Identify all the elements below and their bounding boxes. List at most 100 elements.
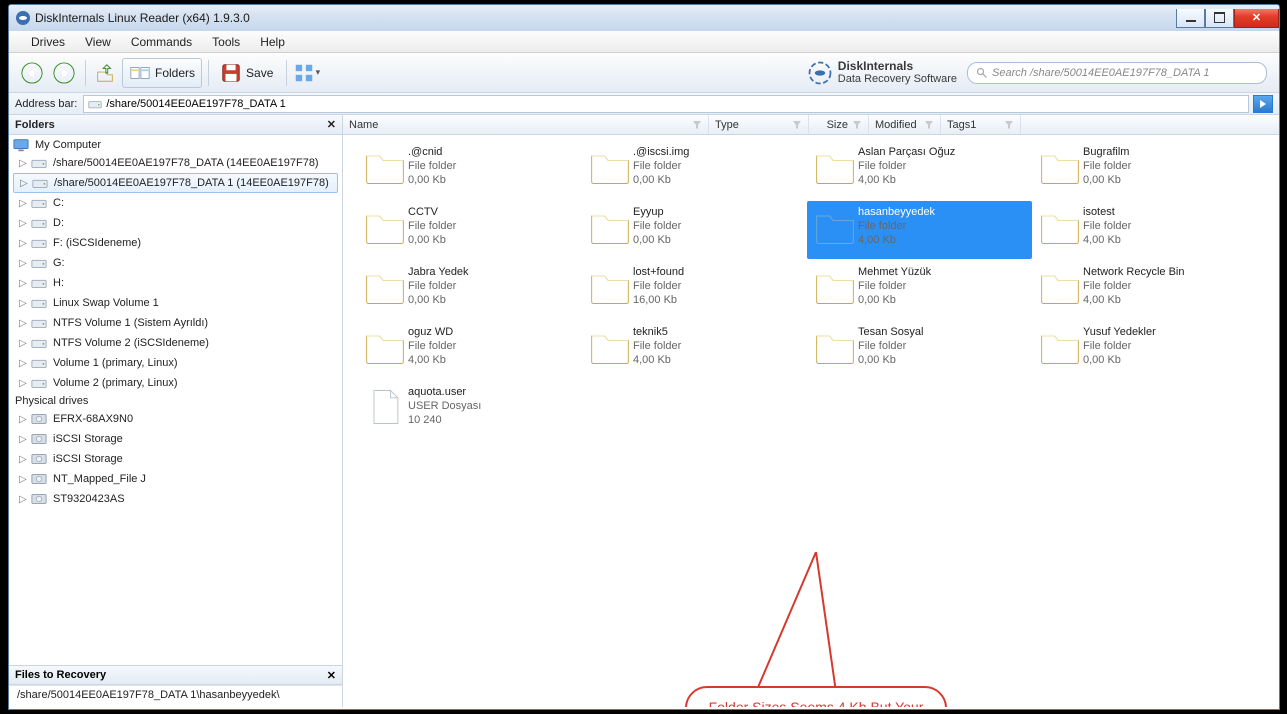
tree-item[interactable]: ▷iSCSI Storage bbox=[9, 449, 342, 469]
folder-item[interactable]: BugrafilmFile folder0,00 Kb bbox=[1032, 141, 1257, 199]
close-files-recovery[interactable]: ✕ bbox=[327, 669, 336, 682]
expand-icon[interactable]: ▷ bbox=[20, 178, 30, 189]
search-box[interactable]: Search /share/50014EE0AE197F78_DATA 1 bbox=[967, 62, 1267, 84]
expand-icon[interactable]: ▷ bbox=[19, 258, 29, 269]
tree-item[interactable]: ▷F: (iSCSIdeneme) bbox=[9, 233, 342, 253]
tree-item[interactable]: ▷C: bbox=[9, 193, 342, 213]
col-size[interactable]: Size bbox=[809, 115, 869, 134]
tree-item[interactable]: ▷EFRX-68AX9N0 bbox=[9, 409, 342, 429]
expand-icon[interactable]: ▷ bbox=[19, 198, 29, 209]
folder-item[interactable]: .@iscsi.imgFile folder0,00 Kb bbox=[582, 141, 807, 199]
tree-item[interactable]: ▷NT_Mapped_File J bbox=[9, 469, 342, 489]
file-row: .@cnidFile folder0,00 Kb.@iscsi.imgFile … bbox=[357, 141, 1265, 199]
expand-icon[interactable]: ▷ bbox=[19, 358, 29, 369]
close-folders-panel[interactable]: ✕ bbox=[327, 118, 336, 131]
menu-view[interactable]: View bbox=[75, 33, 121, 51]
physical-drives-header: Physical drives bbox=[9, 393, 342, 409]
expand-icon[interactable]: ▷ bbox=[19, 378, 29, 389]
folder-item[interactable]: Yusuf YedeklerFile folder0,00 Kb bbox=[1032, 321, 1257, 379]
maximize-button[interactable] bbox=[1205, 9, 1234, 28]
item-type: File folder bbox=[633, 159, 689, 173]
tree-item[interactable]: ▷ST9320423AS bbox=[9, 489, 342, 509]
expand-icon[interactable]: ▷ bbox=[19, 318, 29, 329]
menu-help[interactable]: Help bbox=[250, 33, 295, 51]
item-type: File folder bbox=[408, 219, 456, 233]
expand-icon[interactable]: ▷ bbox=[19, 298, 29, 309]
item-type: File folder bbox=[858, 219, 935, 233]
filter-icon[interactable] bbox=[1004, 120, 1014, 130]
menu-tools[interactable]: Tools bbox=[202, 33, 250, 51]
expand-icon[interactable]: ▷ bbox=[19, 434, 29, 445]
folder-item[interactable]: EyyupFile folder0,00 Kb bbox=[582, 201, 807, 259]
expand-icon[interactable]: ▷ bbox=[19, 158, 29, 169]
col-modified[interactable]: Modified bbox=[869, 115, 941, 134]
expand-icon[interactable]: ▷ bbox=[19, 414, 29, 425]
tree-item-label: /share/50014EE0AE197F78_DATA 1 (14EE0AE1… bbox=[54, 177, 329, 189]
nav-back-button[interactable] bbox=[17, 58, 47, 88]
tree-item-label: G: bbox=[53, 257, 65, 269]
filter-icon[interactable] bbox=[792, 120, 802, 130]
tree-item-label: /share/50014EE0AE197F78_DATA (14EE0AE197… bbox=[53, 157, 319, 169]
tree-item[interactable]: ▷NTFS Volume 2 (iSCSIdeneme) bbox=[9, 333, 342, 353]
minimize-button[interactable] bbox=[1176, 9, 1205, 28]
expand-icon[interactable]: ▷ bbox=[19, 338, 29, 349]
expand-icon[interactable]: ▷ bbox=[19, 238, 29, 249]
folder-item[interactable]: oguz WDFile folder4,00 Kb bbox=[357, 321, 582, 379]
save-button[interactable]: Save bbox=[213, 58, 280, 88]
files-area[interactable]: .@cnidFile folder0,00 Kb.@iscsi.imgFile … bbox=[343, 135, 1279, 707]
drive-icon bbox=[31, 256, 49, 270]
folders-panel-header: Folders ✕ bbox=[9, 115, 342, 135]
col-tags1[interactable]: Tags1 bbox=[941, 115, 1021, 134]
folder-item[interactable]: Mehmet YüzükFile folder0,00 Kb bbox=[807, 261, 1032, 319]
tree-item[interactable]: ▷iSCSI Storage bbox=[9, 429, 342, 449]
tree-item[interactable]: ▷ /share/50014EE0AE197F78_DATA (14EE0AE19… bbox=[9, 153, 342, 173]
item-type: File folder bbox=[633, 279, 684, 293]
tree-item[interactable]: ▷Volume 2 (primary, Linux) bbox=[9, 373, 342, 393]
title-bar[interactable]: DiskInternals Linux Reader (x64) 1.9.3.0 bbox=[9, 5, 1279, 31]
folder-tree[interactable]: My Computer ▷ /share/50014EE0AE197F78_DATA… bbox=[9, 135, 342, 665]
menu-commands[interactable]: Commands bbox=[121, 33, 202, 51]
expand-icon[interactable]: ▷ bbox=[19, 218, 29, 229]
menu-drives[interactable]: Drives bbox=[21, 33, 75, 51]
address-field[interactable]: /share/50014EE0AE197F78_DATA 1 bbox=[83, 95, 1249, 113]
tree-item[interactable]: ▷Linux Swap Volume 1 bbox=[9, 293, 342, 313]
expand-icon[interactable]: ▷ bbox=[19, 474, 29, 485]
filter-icon[interactable] bbox=[924, 120, 934, 130]
go-button[interactable] bbox=[1253, 95, 1273, 113]
tree-item[interactable]: ▷ D: bbox=[9, 213, 342, 233]
tree-item-label: D: bbox=[53, 217, 64, 229]
item-size: 4,00 Kb bbox=[1083, 233, 1131, 247]
close-button[interactable] bbox=[1234, 9, 1279, 28]
filter-icon[interactable] bbox=[692, 120, 702, 130]
tree-item[interactable]: ▷Volume 1 (primary, Linux) bbox=[9, 353, 342, 373]
nav-forward-button[interactable] bbox=[49, 58, 79, 88]
file-row: aquota.userUSER Dosyası10 240 bbox=[357, 381, 1265, 439]
tree-item[interactable]: ▷ /share/50014EE0AE197F78_DATA 1 (14EE0AE… bbox=[13, 173, 338, 193]
filter-icon[interactable] bbox=[852, 120, 862, 130]
file-item[interactable]: aquota.userUSER Dosyası10 240 bbox=[357, 381, 582, 439]
tree-item[interactable]: ▷NTFS Volume 1 (Sistem Ayrıldı) bbox=[9, 313, 342, 333]
folder-item[interactable]: Jabra YedekFile folder0,00 Kb bbox=[357, 261, 582, 319]
expand-icon[interactable]: ▷ bbox=[19, 494, 29, 505]
folder-item[interactable]: lost+foundFile folder16,00 Kb bbox=[582, 261, 807, 319]
folders-button[interactable]: Folders bbox=[122, 58, 202, 88]
folder-item[interactable]: Tesan SosyalFile folder0,00 Kb bbox=[807, 321, 1032, 379]
view-mode-button[interactable]: ▾ bbox=[291, 58, 321, 88]
folder-item[interactable]: Network Recycle BinFile folder4,00 Kb bbox=[1032, 261, 1257, 319]
tree-item[interactable]: ▷ G: bbox=[9, 253, 342, 273]
expand-icon[interactable]: ▷ bbox=[19, 278, 29, 289]
tree-root[interactable]: My Computer bbox=[9, 137, 342, 153]
folder-item[interactable]: .@cnidFile folder0,00 Kb bbox=[357, 141, 582, 199]
tree-item[interactable]: ▷H: bbox=[9, 273, 342, 293]
folder-item[interactable]: teknik5File folder4,00 Kb bbox=[582, 321, 807, 379]
col-type[interactable]: Type bbox=[709, 115, 809, 134]
folder-item[interactable]: hasanbeyyedekFile folder4,00 Kb bbox=[807, 201, 1032, 259]
up-button[interactable] bbox=[90, 58, 120, 88]
folder-item[interactable]: CCTVFile folder0,00 Kb bbox=[357, 201, 582, 259]
folder-item[interactable]: Aslan Parçası OğuzFile folder4,00 Kb bbox=[807, 141, 1032, 199]
expand-icon[interactable]: ▷ bbox=[19, 454, 29, 465]
annotation-text: Folder Sizes Seems 4 Kb But Your Datas S… bbox=[685, 686, 947, 707]
col-name[interactable]: Name bbox=[343, 115, 709, 134]
folder-item[interactable]: isotestFile folder4,00 Kb bbox=[1032, 201, 1257, 259]
files-recovery-header[interactable]: Files to Recovery ✕ bbox=[9, 665, 342, 685]
